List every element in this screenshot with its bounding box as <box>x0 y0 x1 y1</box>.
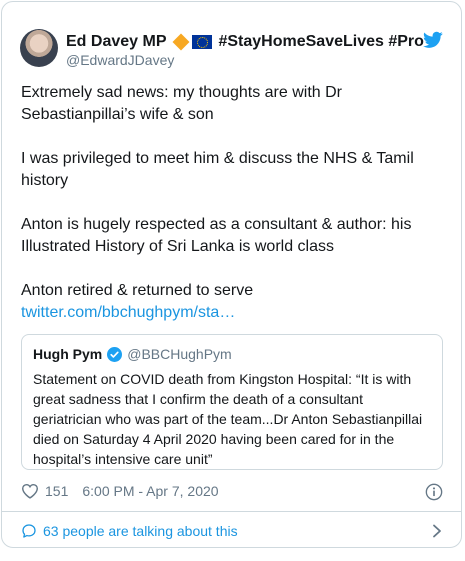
tweet-link[interactable]: twitter.com/bbchughpym/sta… <box>21 302 441 324</box>
tweet-timestamp[interactable]: 6:00 PM - Apr 7, 2020 <box>82 483 218 499</box>
info-icon[interactable] <box>425 483 443 501</box>
tweet-paragraph: Anton retired & returned to serve <box>21 282 254 299</box>
verified-badge-icon <box>107 346 123 362</box>
quoted-author-row: Hugh Pym @BBCHughPym <box>33 346 232 362</box>
quoted-tweet[interactable]: Hugh Pym @BBCHughPym Statement on COVID … <box>21 334 443 470</box>
heart-icon[interactable] <box>21 483 39 499</box>
author-handle[interactable]: @EdwardJDavey <box>66 52 174 68</box>
speech-bubble-icon <box>22 524 36 538</box>
eu-flag-icon <box>192 35 213 49</box>
tweet-meta: 151 6:00 PM - Apr 7, 2020 <box>21 483 219 499</box>
conversation-count: 63 people are talking about this <box>43 523 238 539</box>
tweet-paragraph: Extremely sad news: my thoughts are with… <box>21 84 343 123</box>
conversation-link[interactable]: 63 people are talking about this <box>21 521 443 541</box>
tweet-text: Extremely sad news: my thoughts are with… <box>21 82 441 324</box>
like-count[interactable]: 151 <box>45 483 68 499</box>
quoted-tweet-text: Statement on COVID death from Kingston H… <box>33 371 423 467</box>
author-name: Ed Davey MP <box>66 33 167 50</box>
tweet-paragraph: Anton is hugely respected as a consultan… <box>21 216 412 255</box>
quoted-author-handle: @BBCHughPym <box>127 346 232 362</box>
chevron-right-icon[interactable] <box>431 524 443 538</box>
twitter-bird-icon[interactable] <box>423 31 443 49</box>
orange-diamond-icon <box>172 33 190 51</box>
author-tags: #StayHomeSaveLives #Pro <box>218 33 424 50</box>
divider <box>1 511 462 512</box>
quoted-author-name: Hugh Pym <box>33 346 103 362</box>
tweet-paragraph: I was privileged to meet him & discuss t… <box>21 150 414 189</box>
author-avatar[interactable] <box>20 29 58 67</box>
author-name-row[interactable]: Ed Davey MP #StayHomeSaveLives #Pro <box>66 33 438 51</box>
